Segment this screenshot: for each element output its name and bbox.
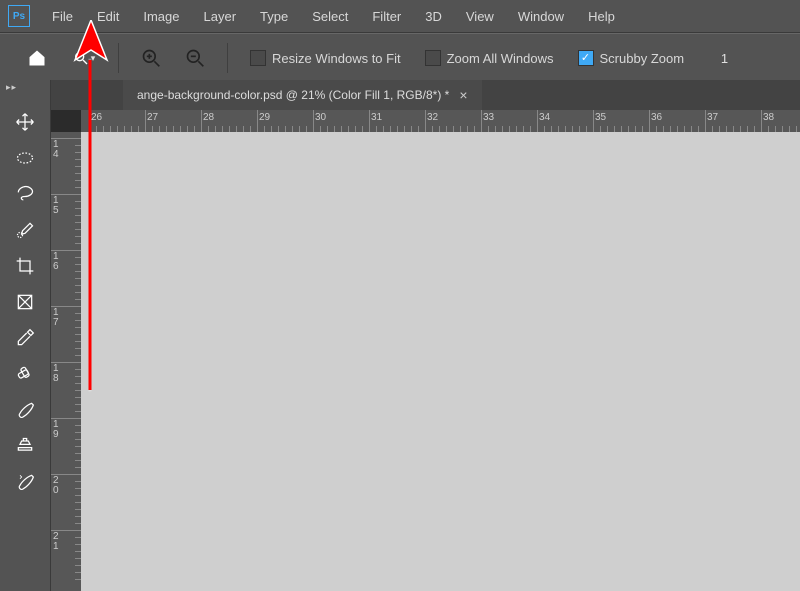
resize-windows-label: Resize Windows to Fit — [272, 51, 401, 66]
checkbox-checked-icon: ✓ — [578, 50, 594, 66]
ruler-tick-label: 21 — [53, 532, 63, 552]
clone-stamp-tool[interactable] — [10, 431, 40, 461]
ruler-tick-label: 34 — [539, 112, 550, 123]
chevron-down-icon: ▾ — [91, 53, 96, 64]
history-brush-tool[interactable] — [10, 467, 40, 497]
eyedropper-tool[interactable] — [10, 323, 40, 353]
resize-windows-checkbox[interactable]: Resize Windows to Fit — [250, 50, 401, 66]
close-icon[interactable]: × — [459, 87, 467, 103]
ruler-tick-label: 29 — [259, 112, 270, 123]
ruler-tick-label: 37 — [707, 112, 718, 123]
document-tab[interactable]: ange-background-color.psd @ 21% (Color F… — [123, 80, 482, 110]
document-area: ange-background-color.psd @ 21% (Color F… — [51, 80, 800, 591]
ruler-tick-label: 35 — [595, 112, 606, 123]
menu-bar: Ps File Edit Image Layer Type Select Fil… — [0, 0, 800, 33]
ruler-vertical[interactable]: 14 15 16 17 18 19 20 21 — [51, 132, 82, 591]
ruler-tick-label: 28 — [203, 112, 214, 123]
zoom-all-windows-checkbox[interactable]: Zoom All Windows — [425, 50, 554, 66]
ruler-tick-label: 26 — [91, 112, 102, 123]
ruler-tick-label: 14 — [53, 140, 63, 160]
menu-view[interactable]: View — [454, 0, 506, 32]
menu-file[interactable]: File — [40, 0, 85, 32]
ruler-tick-label: 32 — [427, 112, 438, 123]
menu-3d[interactable]: 3D — [413, 0, 454, 32]
panel-expand-icon[interactable]: ▸▸ — [6, 82, 17, 93]
ruler-tick-label: 15 — [53, 196, 63, 216]
ruler-horizontal[interactable]: 26 27 28 29 30 31 32 33 34 35 36 37 38 — [81, 110, 800, 133]
tool-panel: ▸▸ — [0, 80, 51, 591]
move-tool[interactable] — [10, 107, 40, 137]
menu-window[interactable]: Window — [506, 0, 576, 32]
document-tab-label: ange-background-color.psd @ 21% (Color F… — [137, 88, 449, 102]
zoom-in-button[interactable] — [135, 42, 167, 74]
options-bar: ▾ Resize Windows to Fit Zoom All Windows… — [0, 33, 800, 83]
ruler-tick-label: 27 — [147, 112, 158, 123]
scrubby-zoom-label: Scrubby Zoom — [600, 51, 685, 66]
ruler-tick-label: 36 — [651, 112, 662, 123]
tool-preset-button[interactable]: ▾ — [64, 44, 104, 72]
quick-select-tool[interactable] — [10, 215, 40, 245]
scrubby-zoom-checkbox[interactable]: ✓ Scrubby Zoom — [578, 50, 685, 66]
photoshop-logo-icon: Ps — [8, 5, 30, 27]
zoom-value: 1 — [704, 51, 728, 66]
menu-image[interactable]: Image — [131, 0, 191, 32]
ruler-tick-label: 20 — [53, 476, 63, 496]
ruler-tick-label: 18 — [53, 364, 63, 384]
canvas[interactable] — [81, 132, 800, 591]
checkbox-icon — [425, 50, 441, 66]
zoom-out-button[interactable] — [179, 42, 211, 74]
ruler-tick-label: 19 — [53, 420, 63, 440]
menu-select[interactable]: Select — [300, 0, 360, 32]
work-area: ▸▸ ange-background-color.psd @ 21% (Colo… — [0, 80, 800, 591]
home-button[interactable] — [24, 45, 50, 71]
separator — [227, 43, 228, 73]
crop-tool[interactable] — [10, 251, 40, 281]
menu-layer[interactable]: Layer — [192, 0, 249, 32]
ruler-tick-label: 38 — [763, 112, 774, 123]
brush-tool[interactable] — [10, 395, 40, 425]
ruler-tick-label: 31 — [371, 112, 382, 123]
frame-tool[interactable] — [10, 287, 40, 317]
menu-filter[interactable]: Filter — [360, 0, 413, 32]
healing-brush-tool[interactable] — [10, 359, 40, 389]
ruler-tick-label: 17 — [53, 308, 63, 328]
ruler-tick-label: 30 — [315, 112, 326, 123]
separator — [118, 43, 119, 73]
lasso-tool[interactable] — [10, 179, 40, 209]
menu-help[interactable]: Help — [576, 0, 627, 32]
ruler-tick-label: 33 — [483, 112, 494, 123]
checkbox-icon — [250, 50, 266, 66]
zoom-all-label: Zoom All Windows — [447, 51, 554, 66]
document-tab-bar: ange-background-color.psd @ 21% (Color F… — [51, 80, 800, 111]
marquee-tool[interactable] — [10, 143, 40, 173]
ruler-tick-label: 16 — [53, 252, 63, 272]
menu-edit[interactable]: Edit — [85, 0, 131, 32]
menu-type[interactable]: Type — [248, 0, 300, 32]
